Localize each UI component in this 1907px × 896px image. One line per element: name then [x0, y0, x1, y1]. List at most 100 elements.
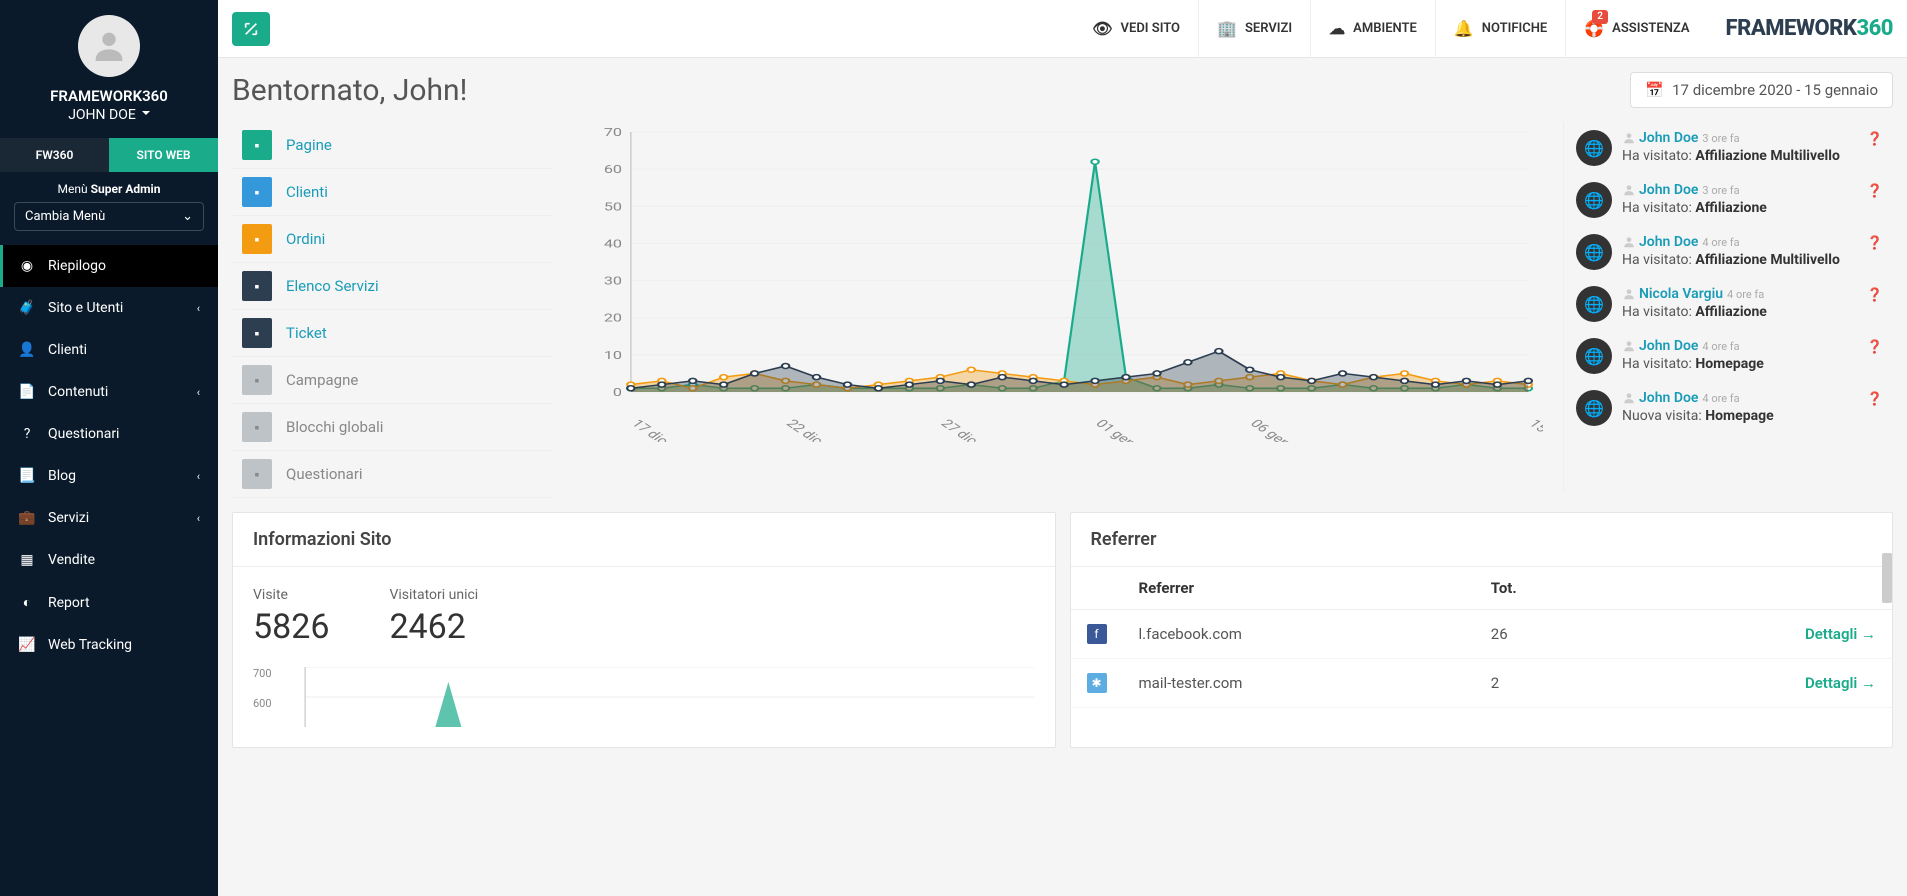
nav-item-vendite[interactable]: ▦Vendite — [0, 539, 218, 581]
globe-icon: 🌐 — [1576, 182, 1612, 218]
svg-text:27 dic: 27 dic — [937, 417, 981, 442]
vtab-pagine[interactable]: ▪Pagine — [232, 122, 552, 169]
activity-time: 4 ore fa — [1702, 236, 1739, 249]
scrollbar[interactable] — [1882, 553, 1892, 603]
activity-text: Ha visitato: Affiliazione Multilivello — [1622, 148, 1881, 164]
referrer-total: 26 — [1475, 610, 1625, 659]
chevron-down-icon: ⌄ — [182, 209, 193, 224]
nav-item-web-tracking[interactable]: 📈Web Tracking — [0, 624, 218, 666]
detail-link[interactable]: Dettagli → — [1805, 674, 1876, 692]
svg-text:60: 60 — [604, 164, 622, 177]
nav-item-blog[interactable]: 📃Blog‹ — [0, 455, 218, 497]
vtab-ticket[interactable]: ▪Ticket — [232, 310, 552, 357]
user-icon: 👤 — [18, 342, 36, 358]
vtab-icon: ▪ — [242, 412, 272, 442]
activity-item: 🌐 Nicola Vargiu4 ore fa Ha visitato: Aff… — [1564, 278, 1893, 330]
avatar — [78, 15, 140, 77]
svg-text:50: 50 — [604, 201, 622, 214]
fb-icon: f — [1087, 624, 1107, 644]
expand-button[interactable] — [232, 12, 270, 46]
date-range-picker[interactable]: 📅 17 dicembre 2020 - 15 gennaio — [1630, 72, 1893, 108]
vtab-ordini[interactable]: ▪Ordini — [232, 216, 552, 263]
user-menu[interactable]: JOHN DOE — [15, 107, 203, 123]
topbar-assistenza[interactable]: 🛟2ASSISTENZA — [1565, 0, 1707, 58]
detail-link[interactable]: Dettagli → — [1805, 625, 1876, 643]
unique-value: 2462 — [389, 607, 478, 647]
welcome-heading: Bentornato, John! — [232, 73, 467, 108]
pie-icon: ◐ — [18, 594, 36, 611]
vtab-blocchi-globali[interactable]: ▪Blocchi globali — [232, 404, 552, 451]
nav-item-servizi[interactable]: 💼Servizi‹ — [0, 497, 218, 539]
svg-text:40: 40 — [604, 238, 622, 251]
globe-icon: 🌐 — [1576, 338, 1612, 374]
badge: 2 — [1592, 10, 1608, 24]
help-icon[interactable]: ❓ — [1867, 236, 1883, 251]
activity-text: Ha visitato: Affiliazione — [1622, 200, 1881, 216]
activity-user[interactable]: John Doe — [1639, 130, 1698, 146]
vtab-icon: ▪ — [242, 459, 272, 489]
suitcase-icon: 💼 — [18, 510, 36, 526]
activity-text: Ha visitato: Affiliazione — [1622, 304, 1881, 320]
vtab-elenco-servizi[interactable]: ▪Elenco Servizi — [232, 263, 552, 310]
topbar-servizi[interactable]: 🏢SERVIZI — [1198, 0, 1310, 58]
company-name: FRAMEWORK360 — [15, 87, 203, 105]
chevron-left-icon: ‹ — [197, 302, 200, 315]
vtab-questionari[interactable]: ▪Questionari — [232, 451, 552, 498]
activity-item: 🌐 John Doe4 ore fa Nuova visita: Homepag… — [1564, 382, 1893, 434]
activity-time: 4 ore fa — [1702, 340, 1739, 353]
topbar-ambiente[interactable]: ☁AMBIENTE — [1310, 0, 1435, 58]
referrer-total: 2 — [1475, 659, 1625, 708]
referrer-card-title: Referrer — [1071, 513, 1893, 567]
svg-text:01 gen: 01 gen — [1092, 417, 1140, 442]
tab-sitoweb[interactable]: SITO WEB — [109, 138, 218, 172]
activity-user[interactable]: Nicola Vargiu — [1639, 286, 1723, 302]
nav-item-report[interactable]: ◐Report — [0, 581, 218, 624]
doc-icon: 📃 — [18, 468, 36, 484]
dashboard-icon: ◉ — [18, 258, 36, 274]
tab-fw360[interactable]: FW360 — [0, 138, 109, 172]
nav-item-contenuti[interactable]: 📄Contenuti‹ — [0, 371, 218, 413]
table-icon: ▦ — [18, 552, 36, 568]
nav-item-clienti[interactable]: 👤Clienti — [0, 329, 218, 371]
activity-item: 🌐 John Doe 3 ore fa Ha visitato: Affiliaz… — [1564, 122, 1893, 174]
help-icon[interactable]: ❓ — [1867, 132, 1883, 147]
sidebar: FRAMEWORK360 JOHN DOE FW360 SITO WEB Men… — [0, 0, 218, 896]
globe-icon: 🌐 — [1576, 130, 1612, 166]
nav-item-questionari[interactable]: ?Questionari — [0, 413, 218, 455]
unique-label: Visitatori unici — [389, 587, 478, 603]
help-icon[interactable]: ❓ — [1867, 184, 1883, 199]
activity-user[interactable]: John Doe — [1639, 182, 1698, 198]
cloud-icon: ☁ — [1329, 19, 1345, 38]
nav-item-sito-e-utenti[interactable]: 🧳Sito e Utenti‹ — [0, 287, 218, 329]
vtab-campagne[interactable]: ▪Campagne — [232, 357, 552, 404]
menu-select[interactable]: Cambia Menù ⌄ — [14, 202, 204, 231]
nav-item-riepilogo[interactable]: ◉Riepilogo — [0, 245, 218, 287]
referrer-table: Referrer Tot. f l.facebook.com 26 Dettag… — [1071, 567, 1893, 708]
help-icon[interactable]: ❓ — [1867, 392, 1883, 407]
profile-block: FRAMEWORK360 JOHN DOE — [0, 0, 218, 138]
svg-text:22 dic: 22 dic — [782, 417, 826, 442]
visits-value: 5826 — [253, 607, 329, 647]
referrer-name: l.facebook.com — [1123, 610, 1475, 659]
activity-user[interactable]: John Doe — [1639, 234, 1698, 250]
activity-text: Ha visitato: Affiliazione Multilivello — [1622, 252, 1881, 268]
topbar-notifiche[interactable]: 🔔NOTIFICHE — [1435, 0, 1565, 58]
activity-user[interactable]: John Doe — [1639, 338, 1698, 354]
chevron-left-icon: ‹ — [197, 470, 200, 483]
activity-feed: 🌐 John Doe 3 ore fa Ha visitato: Affiliaz… — [1563, 122, 1893, 492]
svg-text:70: 70 — [604, 126, 622, 139]
activity-time: 3 ore fa — [1702, 132, 1739, 145]
globe-icon: 🌐 — [1576, 286, 1612, 322]
mt-icon: ✱ — [1087, 673, 1107, 693]
col-referrer: Referrer — [1123, 567, 1475, 610]
topbar-vedi-sito[interactable]: 👁VEDI SITO — [1074, 0, 1198, 58]
vtab-icon: ▪ — [242, 365, 272, 395]
help-icon[interactable]: ❓ — [1867, 288, 1883, 303]
nav: ◉Riepilogo🧳Sito e Utenti‹👤Clienti📄Conten… — [0, 245, 218, 666]
svg-text:06 gen: 06 gen — [1246, 417, 1294, 442]
activity-user[interactable]: John Doe — [1639, 390, 1698, 406]
building-icon: 🏢 — [1217, 19, 1237, 38]
help-icon[interactable]: ❓ — [1867, 340, 1883, 355]
referrer-card: Referrer Referrer Tot. f l.facebook.com … — [1070, 512, 1894, 748]
vtab-clienti[interactable]: ▪Clienti — [232, 169, 552, 216]
